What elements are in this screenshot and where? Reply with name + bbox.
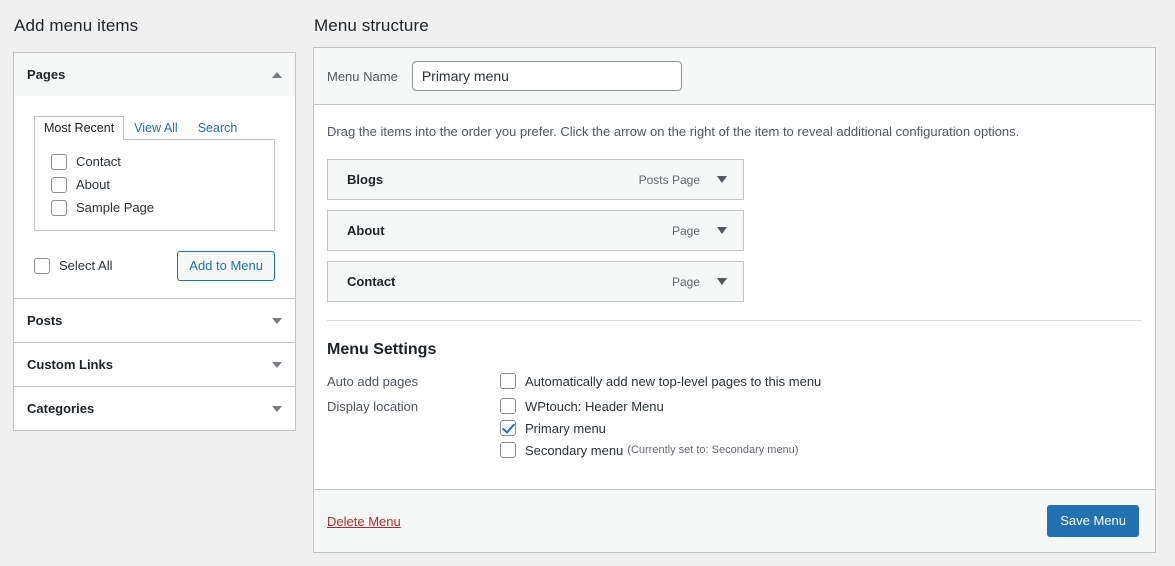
accordion-title-custom-links: Custom Links	[27, 357, 113, 372]
accordion-section-pages: Pages Most Recent View All Search Contac…	[14, 53, 295, 299]
menu-item-meta: Posts Page	[639, 173, 727, 187]
checkbox-primary-menu[interactable]	[500, 420, 516, 436]
option-primary-menu[interactable]: Primary menu	[500, 420, 1142, 436]
chevron-down-icon[interactable]	[272, 317, 282, 324]
option-label: WPtouch: Header Menu	[525, 398, 664, 414]
list-item[interactable]: About	[51, 177, 260, 193]
chevron-up-icon[interactable]	[272, 71, 282, 78]
menu-item-meta: Page	[672, 224, 727, 238]
menu-footer-bar: Delete Menu Save Menu	[314, 489, 1155, 552]
menu-item-type: Posts Page	[638, 172, 700, 187]
option-note: (Currently set to: Secondary menu)	[627, 444, 799, 456]
accordion-section-categories: Categories	[14, 387, 295, 430]
chevron-down-icon[interactable]	[272, 405, 282, 412]
list-item[interactable]: Sample Page	[51, 200, 260, 216]
menu-item-about[interactable]: About Page	[327, 210, 744, 251]
menu-structure-body: Drag the items into the order you prefer…	[314, 105, 1155, 321]
accordion-header-pages[interactable]: Pages	[14, 53, 295, 96]
option-auto-add-pages[interactable]: Automatically add new top-level pages to…	[500, 373, 1142, 389]
menu-name-bar: Menu Name	[314, 48, 1155, 105]
delete-menu-link[interactable]: Delete Menu	[327, 514, 401, 529]
page-title-add-menu-items: Add menu items	[14, 16, 139, 35]
accordion-section-custom-links: Custom Links	[14, 343, 295, 387]
accordion-header-custom-links[interactable]: Custom Links	[14, 343, 295, 386]
list-item-label: Contact	[76, 154, 121, 169]
option-secondary-menu[interactable]: Secondary menu (Currently set to: Second…	[500, 442, 1142, 458]
menu-item-title: About	[347, 223, 385, 238]
option-label: Automatically add new top-level pages to…	[525, 373, 822, 389]
caret-down-icon[interactable]	[717, 227, 727, 234]
checkbox-sample-page[interactable]	[51, 200, 67, 216]
accordion-title-pages: Pages	[27, 67, 66, 82]
menu-item-blogs[interactable]: Blogs Posts Page	[327, 159, 744, 200]
menu-structure-panel: Menu Name Drag the items into the order …	[313, 47, 1156, 553]
add-to-menu-button[interactable]: Add to Menu	[177, 251, 275, 281]
auto-add-pages-options: Automatically add new top-level pages to…	[500, 373, 1142, 389]
option-label: Primary menu	[525, 420, 606, 436]
checkbox-secondary-menu[interactable]	[500, 442, 516, 458]
menu-name-label: Menu Name	[327, 68, 398, 84]
pages-tabs: Most Recent View All Search	[34, 115, 275, 140]
menu-item-contact[interactable]: Contact Page	[327, 261, 744, 302]
checkbox-auto-add-pages[interactable]	[500, 373, 516, 389]
menu-items-list: Blogs Posts Page About Page Contact Page	[327, 159, 744, 302]
display-location-options: WPtouch: Header Menu Primary menu Second…	[500, 398, 1142, 458]
menu-item-type: Page	[671, 223, 700, 238]
list-item[interactable]: Contact	[51, 154, 260, 170]
pages-panel-body: Most Recent View All Search Contact Abou…	[14, 96, 295, 298]
checkbox-wptouch-header-menu[interactable]	[500, 398, 516, 414]
checkbox-contact[interactable]	[51, 154, 67, 170]
tab-view-all[interactable]: View All	[124, 116, 188, 140]
menu-item-type: Page	[671, 274, 700, 289]
select-all-row: Select All Add to Menu	[34, 251, 275, 281]
setting-row-auto-add-pages: Auto add pages Automatically add new top…	[327, 373, 1142, 389]
option-label: Secondary menu	[525, 442, 624, 458]
caret-down-icon[interactable]	[717, 278, 727, 285]
caret-down-icon[interactable]	[717, 176, 727, 183]
tab-most-recent[interactable]: Most Recent	[34, 116, 125, 140]
tab-search[interactable]: Search	[188, 116, 248, 140]
checkbox-about[interactable]	[51, 177, 67, 193]
menu-item-title: Blogs	[347, 172, 384, 187]
display-location-label: Display location	[327, 399, 419, 414]
accordion-title-posts: Posts	[27, 313, 63, 328]
auto-add-pages-label: Auto add pages	[327, 374, 419, 389]
add-menu-items-panel: Pages Most Recent View All Search Contac…	[13, 52, 296, 431]
menu-item-title: Contact	[347, 274, 396, 289]
menu-name-input[interactable]	[411, 61, 682, 91]
save-menu-button[interactable]: Save Menu	[1047, 505, 1139, 537]
setting-row-display-location: Display location WPtouch: Header Menu Pr…	[327, 398, 1142, 458]
menu-item-meta: Page	[672, 275, 727, 289]
option-wptouch-header-menu[interactable]: WPtouch: Header Menu	[500, 398, 1142, 414]
page-title-menu-structure: Menu structure	[314, 16, 429, 35]
accordion-title-categories: Categories	[27, 401, 95, 416]
accordion-header-categories[interactable]: Categories	[14, 387, 295, 430]
pages-tab-panel: Contact About Sample Page	[34, 139, 275, 231]
chevron-down-icon[interactable]	[272, 361, 282, 368]
list-item-label: Sample Page	[76, 200, 155, 215]
drag-help-text: Drag the items into the order you prefer…	[327, 124, 1020, 139]
menu-settings-title: Menu Settings	[327, 341, 437, 358]
checkbox-select-all[interactable]	[34, 258, 50, 274]
select-all-label: Select All	[59, 258, 113, 273]
list-item-label: About	[76, 177, 110, 192]
accordion-header-posts[interactable]: Posts	[14, 299, 295, 342]
accordion-section-posts: Posts	[14, 299, 295, 343]
menu-settings-section: Menu Settings Auto add pages Automatical…	[314, 321, 1155, 489]
